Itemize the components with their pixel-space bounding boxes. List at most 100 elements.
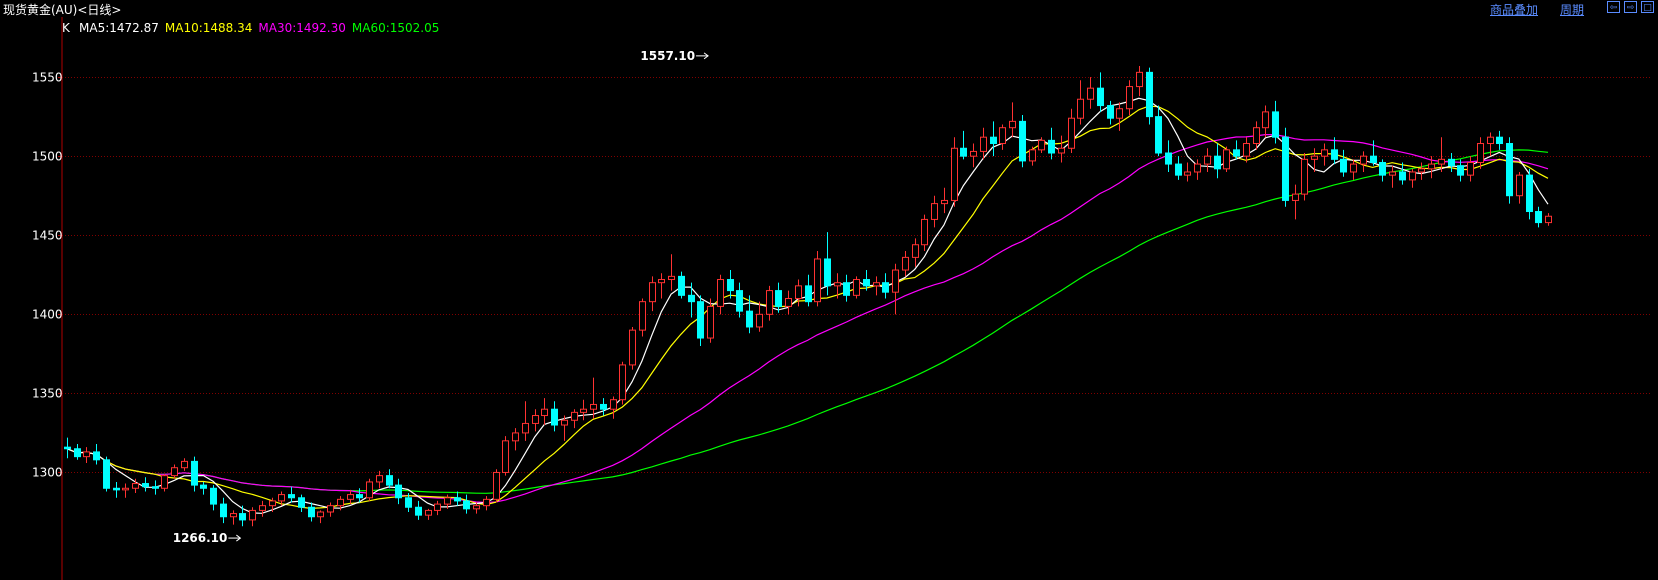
candle — [1048, 127, 1055, 160]
candle — [1321, 143, 1328, 166]
candle-body — [863, 279, 870, 287]
candle-body — [113, 487, 120, 491]
candle — [327, 502, 334, 517]
candle — [395, 478, 402, 505]
annotation-label: 1266.10 — [173, 531, 228, 545]
candle-body — [191, 460, 198, 486]
candle-body — [619, 364, 626, 401]
candle-body — [561, 419, 568, 426]
candle-body — [463, 500, 470, 510]
candle-body — [83, 451, 90, 458]
candle-body — [678, 275, 685, 296]
candle-body — [1009, 120, 1016, 129]
candle — [308, 502, 315, 522]
candle-body — [551, 408, 558, 426]
candle-body — [512, 432, 519, 442]
candle-body — [220, 503, 227, 518]
candle-body — [1311, 155, 1318, 160]
candle — [259, 500, 266, 517]
candle — [1243, 137, 1250, 163]
candles — [64, 66, 1552, 527]
candle — [853, 276, 860, 299]
candle — [1184, 162, 1191, 182]
candle-body — [288, 494, 295, 499]
candle-body — [1223, 149, 1230, 170]
candle-body — [395, 484, 402, 499]
candle — [1448, 153, 1455, 172]
candle — [1233, 140, 1240, 160]
annotations: 1557.10 1266.10 — [173, 49, 709, 545]
candle — [756, 301, 763, 332]
candle — [541, 398, 548, 426]
candle — [502, 436, 509, 476]
candle-body — [337, 498, 344, 507]
candle-body — [1360, 155, 1367, 165]
legend-prefix: K — [62, 21, 71, 35]
candle — [678, 271, 685, 299]
candle-body — [298, 497, 305, 508]
candle-body — [1389, 171, 1396, 176]
candle — [1136, 66, 1143, 97]
candle-body — [707, 305, 714, 339]
candle-body — [717, 279, 724, 307]
candle — [210, 485, 217, 511]
candle-body — [697, 301, 704, 339]
candle — [736, 282, 743, 318]
candle-body — [161, 475, 168, 489]
candle-body — [434, 503, 441, 511]
candle-body — [317, 511, 324, 518]
candle-body — [1184, 171, 1191, 176]
candle-body — [454, 497, 461, 502]
candle — [1350, 159, 1357, 180]
candle-body — [814, 258, 821, 303]
candle-body — [668, 275, 675, 281]
candle-body — [308, 506, 315, 518]
candle — [600, 398, 607, 416]
candle-body — [1068, 117, 1075, 149]
y-tick-label: 1350 — [32, 387, 63, 401]
candle-body — [386, 475, 393, 486]
candle-body — [259, 505, 266, 511]
candle-body — [580, 408, 587, 413]
candle — [668, 254, 675, 291]
candle — [805, 274, 812, 307]
candle — [249, 507, 256, 527]
candle-body — [93, 451, 100, 461]
candle-body — [1175, 163, 1182, 176]
candle-body — [610, 399, 617, 410]
candle — [171, 464, 178, 479]
candle — [931, 195, 938, 228]
candle-body — [210, 487, 217, 505]
candle — [551, 401, 558, 432]
candle-body — [122, 487, 129, 491]
candle — [658, 273, 665, 299]
candle — [629, 326, 636, 370]
candle — [941, 187, 948, 214]
candle — [1107, 100, 1114, 125]
candle-body — [64, 446, 71, 450]
candle — [1116, 102, 1123, 131]
candle — [122, 483, 129, 498]
candle — [1097, 72, 1104, 112]
candle — [483, 496, 490, 511]
candle-body — [795, 285, 802, 300]
candle — [1467, 156, 1474, 182]
candle — [727, 270, 734, 299]
candle — [1292, 184, 1299, 220]
candle-body — [736, 290, 743, 312]
candle — [493, 469, 500, 503]
candle — [83, 447, 90, 463]
candle-body — [1116, 108, 1123, 119]
candle-body — [921, 218, 928, 246]
candle — [1165, 140, 1172, 172]
candle-body — [931, 203, 938, 220]
candle-body — [912, 244, 919, 258]
candle-body — [181, 460, 188, 469]
candlestick-chart[interactable]: 130013501400145015001550 1557.101266.10 … — [0, 0, 1658, 580]
candle-body — [473, 505, 480, 510]
candle — [1175, 156, 1182, 180]
moving-average-lines — [66, 97, 1549, 514]
legend-entry: MA10:1488.34 — [165, 21, 253, 35]
candle — [200, 481, 207, 495]
candle — [376, 470, 383, 489]
